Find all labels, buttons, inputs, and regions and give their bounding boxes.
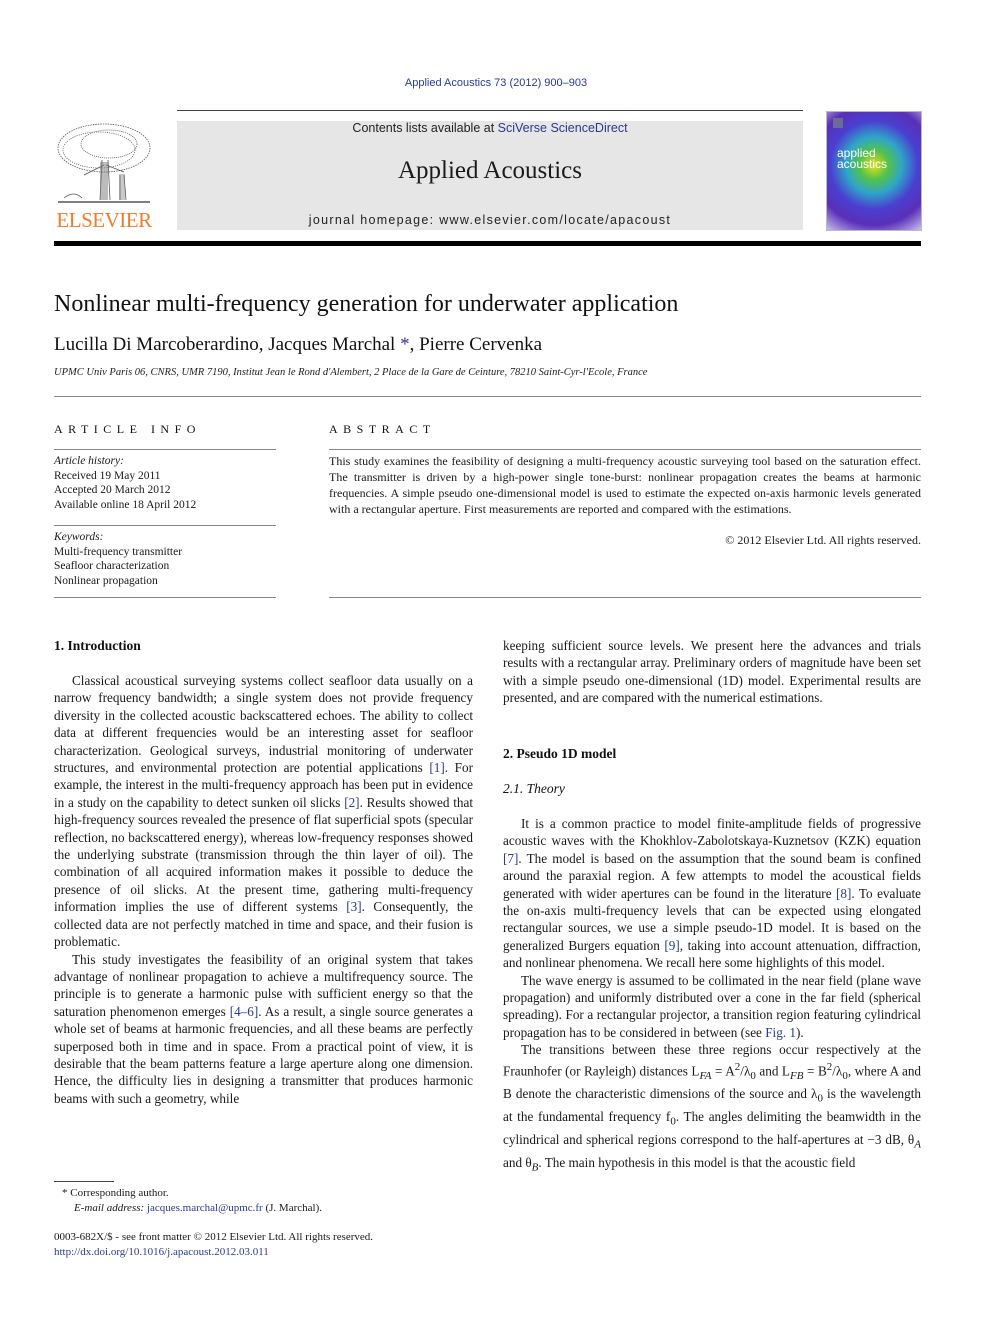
abstract-heading: ABSTRACT bbox=[329, 422, 436, 436]
homepage-prefix: journal homepage: bbox=[308, 213, 440, 227]
corresponding-author-mark[interactable]: * bbox=[395, 334, 410, 355]
text: = A bbox=[711, 1063, 735, 1079]
paragraph: It is a common practice to model finite-… bbox=[503, 815, 921, 972]
cover-title: applied acoustics bbox=[837, 147, 888, 171]
header-rule bbox=[177, 110, 803, 111]
subscript: A bbox=[914, 1138, 921, 1151]
divider bbox=[329, 449, 921, 450]
history-label: Article history: bbox=[54, 455, 124, 467]
header-thick-rule bbox=[54, 241, 921, 246]
divider bbox=[54, 396, 921, 397]
text: . As a result, a single source generates… bbox=[54, 1003, 473, 1106]
history-received: Received 19 May 2011 bbox=[54, 469, 161, 482]
divider bbox=[54, 597, 276, 598]
journal-homepage: journal homepage: www.elsevier.com/locat… bbox=[177, 213, 803, 227]
text: ). bbox=[795, 1024, 804, 1040]
subscript: FA bbox=[699, 1069, 712, 1082]
section-heading-pseudo-1d: 2. Pseudo 1D model bbox=[503, 746, 617, 761]
journal-citation[interactable]: Applied Acoustics 73 (2012) 900–903 bbox=[0, 77, 992, 89]
keyword: Nonlinear propagation bbox=[54, 574, 158, 587]
history-accepted: Accepted 20 March 2012 bbox=[54, 484, 171, 496]
keywords-label: Keywords: bbox=[54, 531, 104, 543]
sciencedirect-link[interactable]: SciVerse ScienceDirect bbox=[498, 121, 628, 135]
divider bbox=[54, 449, 276, 450]
author-list: Lucilla Di Marcoberardino, Jacques March… bbox=[54, 334, 542, 356]
cover-title-line2: acoustics bbox=[837, 157, 888, 171]
corresponding-footnote: * Corresponding author. E-mail address: … bbox=[62, 1186, 322, 1216]
paragraph: The transitions between these three regi… bbox=[503, 1041, 921, 1177]
text: /λ bbox=[740, 1063, 751, 1079]
elsevier-wordmark: ELSEVIER bbox=[56, 208, 152, 232]
reference-link[interactable]: [7] bbox=[503, 851, 518, 866]
right-column-continuation: keeping sufficient source levels. We pre… bbox=[503, 637, 921, 707]
figure-link[interactable]: Fig. 1 bbox=[765, 1025, 796, 1040]
footnote-rule bbox=[54, 1181, 114, 1182]
journal-banner: Contents lists available at SciVerse Sci… bbox=[177, 121, 803, 230]
text: . The main hypothesis in this model is t… bbox=[538, 1155, 856, 1171]
subsection-heading-theory: 2.1. Theory bbox=[503, 781, 565, 796]
subscript: FB bbox=[790, 1069, 804, 1082]
intro-column: Classical acoustical surveying systems c… bbox=[54, 672, 473, 1107]
reference-link[interactable]: [4–6] bbox=[230, 1004, 259, 1019]
article-history: Article history: Received 19 May 2011 Ac… bbox=[54, 454, 276, 512]
author-name: Pierre Cervenka bbox=[419, 334, 543, 355]
abstract-copyright: © 2012 Elsevier Ltd. All rights reserved… bbox=[725, 533, 921, 547]
article-title: Nonlinear multi-frequency generation for… bbox=[54, 291, 679, 317]
text: and θ bbox=[503, 1155, 532, 1171]
divider bbox=[329, 597, 921, 598]
paragraph: keeping sufficient source levels. We pre… bbox=[503, 638, 921, 706]
journal-cover-image[interactable]: applied acoustics bbox=[826, 111, 922, 231]
paragraph: The wave energy is assumed to be collima… bbox=[503, 972, 921, 1042]
email-label: E-mail address: bbox=[74, 1202, 147, 1214]
paragraph: Classical acoustical surveying systems c… bbox=[54, 672, 473, 951]
text: It is a common practice to model finite-… bbox=[503, 816, 921, 849]
text: = B bbox=[803, 1063, 827, 1079]
theory-column: It is a common practice to model finite-… bbox=[503, 815, 921, 1177]
keywords: Keywords: Multi-frequency transmitter Se… bbox=[54, 530, 276, 588]
reference-link[interactable]: [8] bbox=[836, 886, 851, 901]
keyword: Multi-frequency transmitter bbox=[54, 545, 183, 558]
divider bbox=[54, 525, 276, 526]
author-name: Lucilla Di Marcoberardino bbox=[54, 334, 259, 355]
paragraph: This study investigates the feasibility … bbox=[54, 951, 473, 1108]
reference-link[interactable]: [1] bbox=[429, 760, 444, 775]
reference-link[interactable]: [3] bbox=[346, 899, 361, 914]
elsevier-tree-icon bbox=[57, 123, 151, 203]
affiliation: UPMC Univ Paris 06, CNRS, UMR 7190, Inst… bbox=[54, 367, 648, 378]
reference-link[interactable]: [9] bbox=[664, 938, 679, 953]
reference-link[interactable]: [2] bbox=[344, 795, 359, 810]
text: Classical acoustical surveying systems c… bbox=[54, 673, 473, 776]
doi-link[interactable]: http://dx.doi.org/10.1016/j.apacoust.201… bbox=[54, 1245, 373, 1260]
text: Corresponding author. bbox=[70, 1187, 169, 1199]
history-online: Available online 18 April 2012 bbox=[54, 498, 197, 511]
text: The wave energy is assumed to be collima… bbox=[503, 972, 921, 1040]
text: /λ bbox=[832, 1063, 843, 1079]
issn-line: 0003-682X/$ - see front matter © 2012 El… bbox=[54, 1231, 374, 1243]
author-separator: , bbox=[409, 334, 420, 355]
author-name: Jacques Marchal bbox=[268, 334, 396, 355]
front-matter: 0003-682X/$ - see front matter © 2012 El… bbox=[54, 1230, 373, 1260]
author-separator: , bbox=[258, 334, 269, 355]
section-heading-introduction: 1. Introduction bbox=[54, 638, 141, 653]
abstract-text: This study examines the feasibility of d… bbox=[329, 454, 921, 516]
keyword: Seafloor characterization bbox=[54, 560, 170, 572]
email-link[interactable]: jacques.marchal@upmc.fr bbox=[147, 1202, 263, 1214]
footnote-mark: * bbox=[62, 1187, 68, 1199]
contents-line: Contents lists available at SciVerse Sci… bbox=[177, 121, 803, 135]
journal-title: Applied Acoustics bbox=[397, 157, 582, 184]
elsevier-logo[interactable]: ELSEVIER bbox=[54, 120, 154, 232]
article-info-heading: ARTICLE INFO bbox=[54, 422, 201, 436]
text: . Results showed that high-frequency sou… bbox=[54, 794, 473, 915]
text: (J. Marchal). bbox=[262, 1202, 322, 1214]
text: and L bbox=[755, 1063, 790, 1079]
homepage-link[interactable]: www.elsevier.com/locate/apacoust bbox=[439, 213, 671, 227]
contents-prefix: Contents lists available at bbox=[352, 121, 498, 135]
cover-logo-icon bbox=[833, 118, 843, 128]
